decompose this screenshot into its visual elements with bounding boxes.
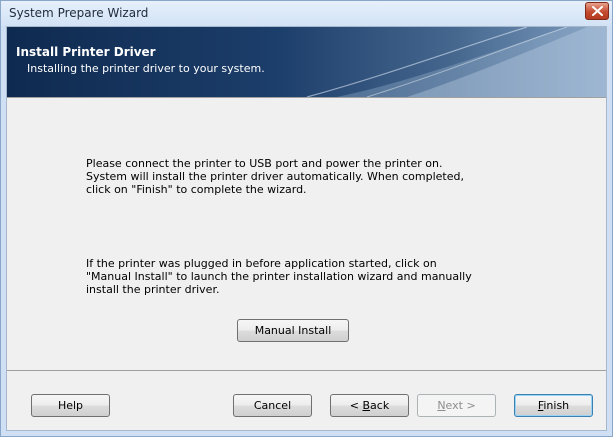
next-rest: ext >	[445, 399, 476, 412]
back-button[interactable]: < Back	[330, 394, 409, 417]
page-title: Install Printer Driver	[16, 45, 156, 59]
wizard-window: System Prepare Wizard Install Printer Dr…	[0, 0, 613, 437]
finish-rest: inish	[543, 399, 570, 412]
close-button[interactable]	[585, 2, 609, 20]
next-button[interactable]: Next >	[417, 394, 496, 417]
page-subtitle: Installing the printer driver to your sy…	[27, 62, 265, 75]
back-mnemonic: B	[362, 399, 371, 412]
close-icon	[592, 6, 603, 16]
manual-install-paragraph: If the printer was plugged in before app…	[86, 257, 526, 296]
help-button[interactable]: Help	[31, 394, 110, 417]
wizard-body: Install Printer Driver Installing the pr…	[6, 26, 607, 431]
content-area: Please connect the printer to USB port a…	[7, 97, 606, 371]
header-banner: Install Printer Driver Installing the pr…	[7, 27, 606, 97]
instructions-line: click on "Finish" to complete the wizard…	[86, 183, 307, 196]
instructions-line: System will install the printer driver a…	[86, 170, 464, 183]
back-prefix: <	[349, 399, 363, 412]
manual-install-button[interactable]: Manual Install	[237, 319, 349, 342]
next-mnemonic: N	[437, 399, 446, 412]
cancel-button[interactable]: Cancel	[233, 394, 312, 417]
manual-install-line: install the printer driver.	[86, 283, 220, 296]
manual-install-line: "Manual Install" to launch the printer i…	[86, 270, 472, 283]
title-bar[interactable]: System Prepare Wizard	[1, 1, 612, 26]
window-title: System Prepare Wizard	[9, 6, 149, 20]
manual-install-line: If the printer was plugged in before app…	[86, 257, 437, 270]
button-bar: Help Cancel < Back Next > Finish	[7, 370, 606, 430]
finish-button[interactable]: Finish	[514, 394, 593, 417]
back-rest: ack	[370, 399, 390, 412]
instructions-paragraph: Please connect the printer to USB port a…	[86, 157, 526, 196]
instructions-line: Please connect the printer to USB port a…	[86, 157, 443, 170]
